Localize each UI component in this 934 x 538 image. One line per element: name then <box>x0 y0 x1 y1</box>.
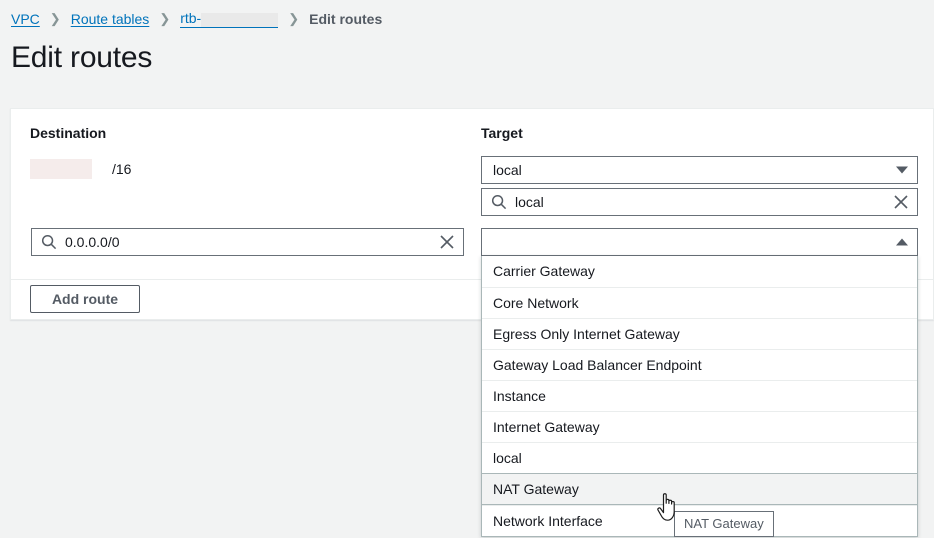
page-title: Edit routes <box>11 41 152 75</box>
destination-cidr-suffix: /16 <box>112 161 131 177</box>
redacted-destination-cidr <box>30 159 92 179</box>
close-icon[interactable] <box>439 234 455 250</box>
destination-input-value: 0.0.0.0/0 <box>65 234 120 250</box>
redacted-route-table-id <box>201 13 278 28</box>
breadcrumb-item-edit-routes: Edit routes <box>309 11 382 27</box>
target-option-nat-gateway[interactable]: NAT Gateway <box>482 473 917 505</box>
target-select-value: local <box>493 162 522 178</box>
target-combobox[interactable] <box>481 228 918 256</box>
breadcrumb-item-route-table-id-label: rtb- <box>180 10 201 28</box>
target-option-core-network[interactable]: Core Network <box>482 287 917 318</box>
tooltip: NAT Gateway <box>674 511 774 537</box>
breadcrumb-item-route-tables[interactable]: Route tables <box>71 11 150 27</box>
target-filter-input[interactable]: local <box>481 188 918 216</box>
breadcrumb-separator: ❯ <box>288 12 299 25</box>
search-icon <box>491 194 507 210</box>
breadcrumb-separator: ❯ <box>159 12 170 25</box>
target-option-gateway-load-balancer-endpoint[interactable]: Gateway Load Balancer Endpoint <box>482 349 917 380</box>
column-header-destination: Destination <box>30 125 106 141</box>
target-select[interactable]: local <box>481 156 918 184</box>
search-icon <box>41 234 57 250</box>
column-headers: Destination Target <box>11 125 933 145</box>
destination-input[interactable]: 0.0.0.0/0 <box>31 228 464 256</box>
target-option-egress-only-internet-gateway[interactable]: Egress Only Internet Gateway <box>482 318 917 349</box>
add-route-button[interactable]: Add route <box>30 285 140 313</box>
close-icon[interactable] <box>893 194 909 210</box>
breadcrumb: VPC ❯ Route tables ❯ rtb- ❯ Edit routes <box>11 9 382 29</box>
target-options-dropdown: Carrier GatewayCore NetworkEgress Only I… <box>481 256 918 537</box>
column-header-target: Target <box>481 125 523 141</box>
breadcrumb-item-route-table-id[interactable]: rtb- <box>180 10 278 28</box>
target-option-internet-gateway[interactable]: Internet Gateway <box>482 411 917 442</box>
breadcrumb-separator: ❯ <box>50 12 61 25</box>
table-row-existing-route: /16 <box>30 159 131 179</box>
target-option-instance[interactable]: Instance <box>482 380 917 411</box>
breadcrumb-item-vpc[interactable]: VPC <box>11 11 40 27</box>
chevron-down-icon <box>896 167 908 174</box>
target-option-local[interactable]: local <box>482 442 917 473</box>
chevron-up-icon <box>896 239 908 246</box>
target-option-carrier-gateway[interactable]: Carrier Gateway <box>482 256 917 287</box>
target-filter-value: local <box>515 194 544 210</box>
